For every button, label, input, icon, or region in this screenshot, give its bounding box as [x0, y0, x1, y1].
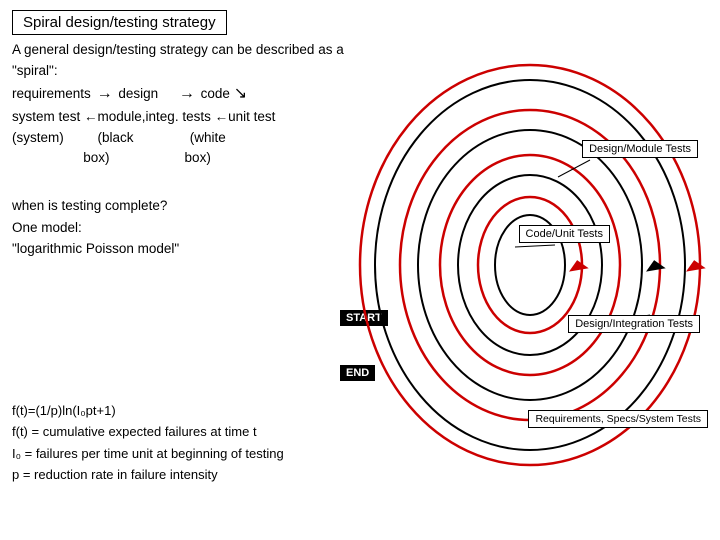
when-testing-line3: "logarithmic Poisson model" [12, 238, 179, 260]
formula-line1: f(t)=(1/p)ln(I₀pt+1) [12, 400, 284, 421]
design-integration-label: Design/Integration Tests [568, 315, 700, 333]
intro-section: A general design/testing strategy can be… [12, 40, 352, 169]
arrow3-icon: ↘ [234, 85, 247, 102]
intro-line1: A general design/testing strategy can be… [12, 42, 344, 78]
intro-text: A general design/testing strategy can be… [12, 40, 352, 169]
formula-line2: f(t) = cumulative expected failures at t… [12, 421, 284, 442]
intro-line2: requirements → design → code ↘ [12, 86, 247, 101]
code-unit-label: Code/Unit Tests [519, 225, 610, 243]
spiral-diagram: Design/Module Tests Code/Unit Tests Desi… [340, 30, 720, 500]
formula-line3: I₀ = failures per time unit at beginning… [12, 443, 284, 464]
when-testing-line1: when is testing complete? [12, 195, 179, 217]
design-module-label: Design/Module Tests [582, 140, 698, 158]
when-testing-line2: One model: [12, 217, 179, 239]
when-testing-section: when is testing complete? One model: "lo… [12, 195, 179, 260]
arrow1-icon: → [97, 85, 113, 102]
page-title: Spiral design/testing strategy [12, 10, 227, 35]
intro-line3: system test ←module,integ. tests ←unit t… [12, 109, 275, 124]
arrow2-icon: → [179, 85, 195, 102]
intro-line5: box) box) [12, 150, 211, 165]
formula-section: f(t)=(1/p)ln(I₀pt+1) f(t) = cumulative e… [12, 400, 284, 486]
requirements-label: Requirements, Specs/System Tests [528, 410, 708, 428]
intro-line4: (system) (black (white [12, 130, 226, 145]
formula-line4: p = reduction rate in failure intensity [12, 464, 284, 485]
